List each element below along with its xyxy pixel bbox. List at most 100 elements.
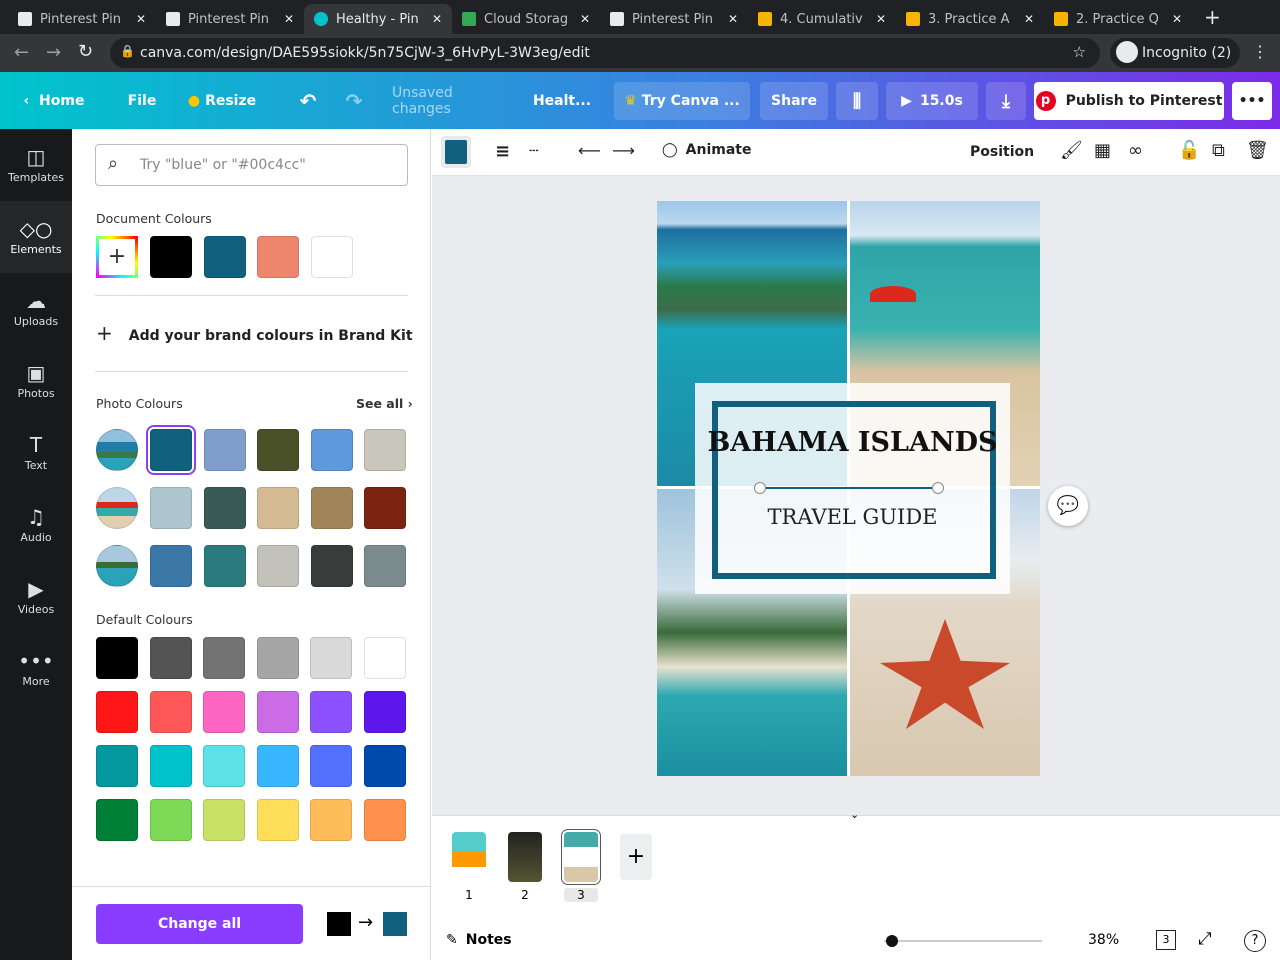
- animate-button[interactable]: ◯ Animate: [662, 142, 752, 158]
- design-subtitle-text[interactable]: TRAVEL GUIDE: [695, 505, 1010, 529]
- duplicate-icon[interactable]: ⧉: [1212, 140, 1225, 161]
- incognito-button[interactable]: Incognito (2): [1110, 38, 1240, 68]
- photo-colour-swatch[interactable]: [257, 487, 299, 529]
- redo-button[interactable]: ↷: [340, 82, 368, 120]
- photo-colour-swatch[interactable]: [150, 487, 192, 529]
- rail-item-uploads[interactable]: ☁ Uploads: [0, 273, 72, 345]
- back-icon[interactable]: ←: [14, 42, 29, 63]
- rail-item-elements[interactable]: ◇○ Elements: [0, 201, 72, 273]
- line-style-icon[interactable]: ┄: [529, 141, 539, 160]
- page-thumbnail[interactable]: [452, 832, 486, 882]
- design-title-text[interactable]: BAHAMA ISLANDS: [695, 427, 1010, 458]
- close-tab-icon[interactable]: ✕: [728, 12, 738, 26]
- document-colour-swatch[interactable]: [150, 236, 192, 278]
- browser-tab[interactable]: Pinterest Pin ✕: [156, 4, 304, 34]
- document-colour-swatch[interactable]: [203, 236, 246, 278]
- browser-tab[interactable]: Pinterest Pin ✕: [8, 4, 156, 34]
- url-input[interactable]: 🔒 canva.com/design/DAE595siokk/5n75CjW-3_…: [110, 38, 1100, 68]
- transparency-icon[interactable]: ▦: [1094, 140, 1111, 161]
- new-tab-button[interactable]: +: [1204, 5, 1221, 29]
- default-colour-swatch[interactable]: [96, 799, 138, 841]
- zoom-slider[interactable]: [884, 935, 1042, 947]
- line-end-icon[interactable]: ⟶: [612, 141, 635, 160]
- default-colour-swatch[interactable]: [256, 691, 299, 733]
- default-colour-swatch[interactable]: [149, 637, 192, 679]
- selected-line[interactable]: [760, 487, 940, 489]
- photo-colour-swatch[interactable]: [203, 487, 246, 529]
- browser-tab[interactable]: Healthy - Pin ✕: [304, 4, 452, 34]
- title-card[interactable]: BAHAMA ISLANDS TRAVEL GUIDE: [695, 383, 1010, 594]
- close-tab-icon[interactable]: ✕: [1024, 12, 1034, 26]
- rail-item-templates[interactable]: ◫ Templates: [0, 129, 72, 201]
- brand-kit-link[interactable]: + Add your brand colours in Brand Kit: [96, 321, 413, 345]
- line-start-icon[interactable]: ⟵: [578, 141, 601, 160]
- default-colour-swatch[interactable]: [149, 799, 192, 841]
- line-colour-button[interactable]: [441, 136, 471, 168]
- try-canva-pro-button[interactable]: ♛ Try Canva ...: [614, 82, 750, 120]
- default-colour-swatch[interactable]: [96, 691, 138, 733]
- vertical-scrollbar[interactable]: [1265, 179, 1275, 799]
- photo-thumbnail[interactable]: [96, 545, 138, 587]
- line-weight-icon[interactable]: ≡: [495, 141, 510, 162]
- position-button[interactable]: Position: [970, 144, 1034, 160]
- browser-tab[interactable]: 3. Practice A ✕: [896, 4, 1044, 34]
- line-handle-end[interactable]: [932, 482, 944, 494]
- undo-button[interactable]: ↶: [294, 82, 322, 120]
- default-colour-swatch[interactable]: [363, 799, 406, 841]
- more-options-button[interactable]: •••: [1232, 82, 1272, 120]
- trash-icon[interactable]: 🗑: [1246, 140, 1269, 161]
- help-button[interactable]: ?: [1244, 930, 1266, 952]
- default-colour-swatch[interactable]: [256, 637, 299, 679]
- download-button[interactable]: ⤓: [986, 82, 1026, 120]
- photo-colour-swatch[interactable]: [364, 487, 406, 529]
- close-tab-icon[interactable]: ✕: [876, 12, 886, 26]
- share-button[interactable]: Share: [760, 82, 828, 120]
- rail-item-more[interactable]: ••• More: [0, 633, 72, 705]
- colour-search-input[interactable]: ⌕ Try "blue" or "#00c4cc": [95, 144, 408, 186]
- default-colour-swatch[interactable]: [149, 691, 192, 733]
- link-icon[interactable]: ∞: [1128, 140, 1143, 161]
- see-all-link[interactable]: See all ›: [356, 396, 413, 411]
- close-tab-icon[interactable]: ✕: [432, 12, 442, 26]
- default-colour-swatch[interactable]: [96, 745, 138, 787]
- forward-icon[interactable]: →: [46, 42, 61, 63]
- reload-icon[interactable]: ↻: [78, 41, 93, 62]
- page-thumbnail[interactable]: [508, 832, 542, 882]
- line-handle-start[interactable]: [754, 482, 766, 494]
- photo-colour-swatch[interactable]: [150, 429, 192, 471]
- default-colour-swatch[interactable]: [203, 637, 245, 679]
- default-colour-swatch[interactable]: [256, 745, 299, 787]
- file-button[interactable]: File: [122, 82, 162, 120]
- close-tab-icon[interactable]: ✕: [1172, 12, 1182, 26]
- rail-item-text[interactable]: T Text: [0, 417, 72, 489]
- default-colour-swatch[interactable]: [363, 637, 406, 679]
- close-tab-icon[interactable]: ✕: [136, 12, 146, 26]
- lock-icon[interactable]: 🔓: [1178, 140, 1200, 161]
- fullscreen-icon[interactable]: ⤢: [1198, 929, 1212, 949]
- default-colour-swatch[interactable]: [149, 745, 192, 787]
- close-tab-icon[interactable]: ✕: [284, 12, 294, 26]
- default-colour-swatch[interactable]: [310, 745, 352, 787]
- rail-item-photos[interactable]: ▣ Photos: [0, 345, 72, 417]
- design-page[interactable]: BAHAMA ISLANDS TRAVEL GUIDE: [657, 201, 1040, 776]
- zoom-slider-knob[interactable]: [885, 935, 898, 947]
- default-colour-swatch[interactable]: [256, 799, 299, 841]
- default-colour-swatch[interactable]: [310, 799, 352, 841]
- present-button[interactable]: ▶ 15.0s: [886, 82, 978, 120]
- home-button[interactable]: ‹ Home: [14, 82, 94, 120]
- add-page-button[interactable]: +: [620, 834, 652, 880]
- photo-colour-swatch[interactable]: [364, 545, 406, 587]
- default-colour-swatch[interactable]: [310, 691, 352, 733]
- browser-tab[interactable]: 4. Cumulativ ✕: [748, 4, 896, 34]
- photo-colour-swatch[interactable]: [310, 487, 353, 529]
- photo-colour-swatch[interactable]: [310, 429, 353, 471]
- photo-colour-swatch[interactable]: [364, 429, 406, 471]
- add-comment-button[interactable]: 💬: [1048, 486, 1088, 526]
- resize-button[interactable]: ● Resize: [186, 82, 258, 120]
- photo-colour-swatch[interactable]: [257, 429, 299, 471]
- notes-button[interactable]: ✎ Notes: [446, 932, 512, 948]
- document-colour-swatch[interactable]: [310, 236, 353, 278]
- add-colour-button[interactable]: +: [96, 236, 138, 278]
- document-colour-swatch[interactable]: [257, 236, 299, 278]
- photo-colour-swatch[interactable]: [150, 545, 192, 587]
